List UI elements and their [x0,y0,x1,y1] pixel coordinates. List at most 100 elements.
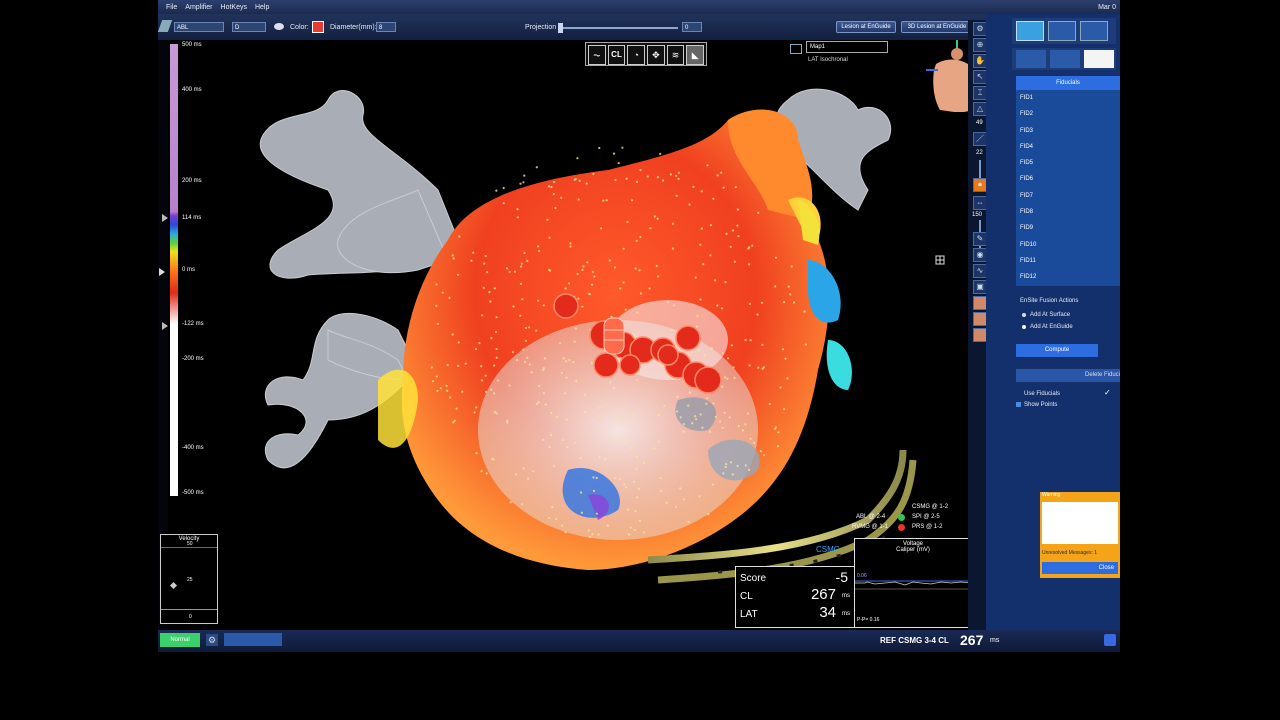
fiducial-item[interactable]: FID10 [1016,237,1120,253]
slider-mid-value: 22 [976,150,983,156]
gear-icon[interactable]: ⚙ [973,22,987,36]
view-toolbar: ⏦ CL ◔ ✥ ≋ ◣ [585,42,707,66]
catheter-label: CSMG [816,545,840,554]
menu-hotkeys[interactable]: HotKeys [221,4,247,11]
radio-add-surface[interactable] [1022,313,1026,317]
ecg-icon[interactable]: ⏦ [588,45,606,65]
status-bar: Normal ⚙ REF CSMG 3-4 CL 267 ms [158,630,1120,652]
fiducial-item[interactable]: FID11 [1016,253,1120,269]
line-icon[interactable]: ／ [973,132,987,146]
lesion-shape-icon [274,23,284,30]
radio-add-enguide[interactable] [1022,325,1026,329]
map-select[interactable]: Map1 [806,41,888,53]
wave-icon[interactable]: ∿ [973,264,987,278]
model-tab-icon[interactable] [1050,50,1080,68]
gauge-icon[interactable]: ◔ [627,45,646,65]
status-field[interactable] [224,633,282,646]
torso-view-icon[interactable] [973,328,987,342]
plot-icon[interactable]: ⌶ [973,86,987,100]
catheter-select[interactable]: ABL [174,22,224,32]
scale-label: 200 ms [182,178,202,184]
scale-label: -400 ms [182,445,204,451]
catheter-icon [158,20,173,32]
map-3d-view[interactable]: CSMG ⏦ CL ◔ ✥ ≋ ◣ Map1 LAT Isochronal CS… [160,40,988,630]
mode-button[interactable]: Normal [160,633,200,647]
map-window-icon[interactable] [790,44,802,54]
hand-icon[interactable]: ✋ [973,54,987,68]
chat-icon[interactable] [1104,634,1116,646]
pointer-icon[interactable]: ↖ [973,70,987,84]
grid-tab-icon[interactable] [1016,21,1044,41]
popup-close-button[interactable]: Close [1042,562,1118,574]
scale-label: 114 ms [182,215,202,221]
cl-value: 267 [810,586,836,603]
scale-marker-lower[interactable] [162,322,168,330]
surface-icon[interactable]: ◣ [686,45,705,65]
projection-label: Projection [525,24,557,31]
channel-status-dot [898,514,905,521]
camera-icon[interactable]: ▣ [973,280,987,294]
lesion-at-enguide-button[interactable]: Lesion at EnGuide [836,21,896,33]
fiducial-item[interactable]: FID8 [1016,204,1120,220]
fiducial-item[interactable]: FID7 [1016,188,1120,204]
fiducial-item[interactable]: FID3 [1016,123,1120,139]
compute-button[interactable]: Compute [1016,344,1098,357]
diameter-select[interactable]: 8 [376,22,396,32]
map-subtitle: LAT Isochronal [808,57,848,63]
record-icon[interactable]: ⏺ [973,178,987,192]
fiducial-item[interactable]: FID4 [1016,139,1120,155]
stretch-icon[interactable]: ⇔ [973,196,987,210]
electrode-select[interactable]: D [232,22,266,32]
waveform-icon[interactable]: ≋ [666,45,685,65]
fiducial-item[interactable]: FID1 [1016,90,1120,106]
fusion-tab-icon[interactable] [1084,50,1114,68]
menu-amplifier[interactable]: Amplifier [185,4,212,11]
projection-slider-track[interactable] [560,27,678,29]
zoom-icon[interactable]: ⊕ [973,38,987,52]
velocity-max: 50 [187,541,193,547]
projection-value[interactable]: 0 [682,22,702,32]
scale-marker-zero[interactable] [159,268,165,276]
fusion-actions-title: EnSite Fusion Actions [1020,298,1079,304]
map-tab-icon[interactable] [1016,50,1046,68]
velocity-mid: 25 [187,577,193,583]
fiducial-item[interactable]: FID2 [1016,106,1120,122]
show-points-checkbox[interactable] [1016,402,1021,407]
stacked-lesion-marker [603,317,625,355]
triangle-icon[interactable]: △ [973,102,987,116]
scale-label: 0 ms [182,267,196,273]
fiducial-item[interactable]: FID12 [1016,269,1120,285]
view-tab-icon[interactable] [1080,21,1108,41]
velocity-marker[interactable] [169,581,178,590]
torso-view-icon[interactable] [973,312,987,326]
delete-fiducials-button[interactable]: Delete Fiduci [1016,369,1120,382]
cl-button[interactable]: CL [607,45,626,65]
menu-help[interactable]: Help [255,4,269,11]
fiducials-list[interactable]: FID1 FID2 FID3 FID4 FID5 FID6 FID7 FID8 FID9 FID1… [1016,90,1120,286]
score-box: Score -5 CL 267 ms LAT 34 ms [735,566,855,628]
eye-icon[interactable]: ◉ [973,248,987,262]
fiducial-item[interactable]: FID6 [1016,171,1120,187]
fiducial-item[interactable]: FID5 [1016,155,1120,171]
3d-lesion-at-enguide-button[interactable]: 3D Lesion at EnGuide [901,21,973,33]
lat-value: 34 [819,604,836,621]
menu-file[interactable]: File [166,4,177,11]
pen-icon[interactable]: ✎ [973,232,987,246]
settings-icon[interactable]: ⚙ [206,634,218,646]
menu-bar: File Amplifier HotKeys Help Mar 0 [158,0,1120,14]
popup-unresolved: Unresolved Messages: 1 [1042,550,1098,556]
scale-marker-upper[interactable] [162,214,168,222]
sphere-tab-icon[interactable] [1048,21,1076,41]
scale-label: 500 ms [182,42,202,48]
fiducial-item[interactable]: FID9 [1016,220,1120,236]
checkbox-checked-icon[interactable]: ✓ [1104,388,1111,397]
torso-view-icon[interactable] [973,296,987,310]
voltage-trace [855,580,971,590]
lesion-color-swatch[interactable] [312,21,324,33]
use-fiducials-label: Use Fiducials [1024,391,1061,397]
channel-label: ABL @ 2-4 [856,514,886,520]
crosshair-icon [935,255,945,265]
lat-color-scale [170,44,178,496]
projection-slider-thumb[interactable] [558,23,563,33]
move-icon[interactable]: ✥ [647,45,665,65]
